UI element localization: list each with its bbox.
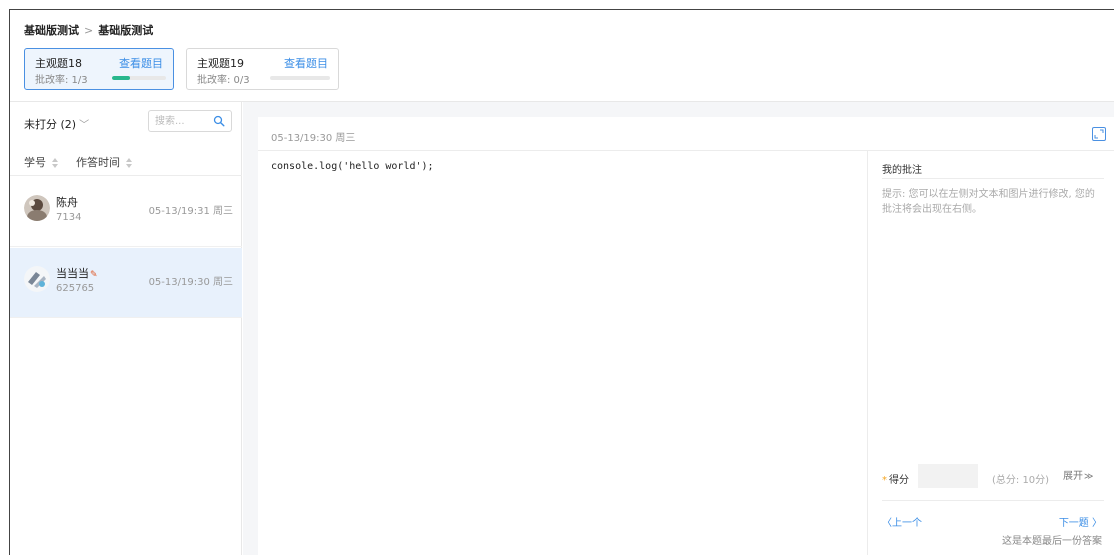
- progress-bar: [270, 76, 330, 80]
- answer-header: 05-13/19:30 周三: [258, 117, 1114, 151]
- previous-button[interactable]: 〈上一个: [882, 514, 922, 529]
- filter-dropdown[interactable]: 未打分 (2) ﹀: [24, 116, 89, 132]
- sort-label: 作答时间: [76, 156, 120, 169]
- student-row[interactable]: 陈舟 7134 05-13/19:31 周三: [10, 177, 242, 247]
- required-mark: *: [882, 475, 887, 486]
- sort-label: 学号: [24, 156, 46, 169]
- breadcrumb-item[interactable]: 基础版测试: [24, 24, 79, 37]
- student-name-text: 当当当: [56, 267, 89, 280]
- answer-card: 05-13/19:30 周三 console.log('hello world'…: [258, 117, 1114, 555]
- previous-label: 上一个: [892, 518, 922, 529]
- header: 基础版测试 > 基础版测试 主观题18 查看题目 批改率: 1/3 主观题19 查看…: [10, 10, 1114, 102]
- last-answer-note: 这是本题最后一份答案: [1002, 536, 1102, 547]
- fullscreen-icon[interactable]: [1092, 127, 1106, 141]
- student-id: 625765: [56, 283, 95, 294]
- chevron-left-icon: 〈: [882, 518, 892, 529]
- progress-fill: [112, 76, 130, 80]
- answer-content-area[interactable]: console.log('hello world');: [258, 151, 868, 555]
- double-chevron-down-icon: ≫: [1084, 472, 1094, 482]
- annotation-title: 我的批注: [882, 165, 922, 176]
- view-question-button[interactable]: 查看题目: [284, 55, 328, 71]
- question-card-19[interactable]: 主观题19 查看题目 批改率: 0/3: [186, 48, 339, 90]
- avatar: [24, 266, 50, 292]
- student-id: 7134: [56, 212, 82, 223]
- main-area: 05-13/19:30 周三 console.log('hello world'…: [243, 102, 1114, 555]
- next-question-button[interactable]: 下一题 〉: [1059, 514, 1102, 529]
- grading-rate: 批改率: 0/3: [197, 75, 250, 86]
- search-input[interactable]: [149, 111, 211, 131]
- score-total: (总分: 10分): [992, 475, 1050, 486]
- chevron-down-icon: ﹀: [79, 120, 90, 131]
- next-label: 下一题: [1058, 518, 1089, 529]
- sort-icon: [126, 158, 132, 168]
- filter-label: 未打分 (2): [24, 118, 77, 131]
- score-input[interactable]: [918, 464, 978, 488]
- sort-header: 学号 作答时间: [10, 142, 242, 176]
- expand-label: 展开: [1063, 471, 1083, 482]
- avatar: [24, 195, 50, 221]
- annotation-pen-icon: ✎: [90, 270, 98, 280]
- sort-by-time[interactable]: 作答时间: [76, 154, 132, 170]
- sort-icon: [52, 158, 58, 168]
- student-row-selected[interactable]: 当当当✎ 625765 05-13/19:30 周三: [10, 248, 242, 318]
- question-card-18[interactable]: 主观题18 查看题目 批改率: 1/3: [24, 48, 174, 90]
- sort-by-id[interactable]: 学号: [24, 154, 58, 170]
- divider: [882, 500, 1104, 501]
- student-name: 陈舟: [56, 196, 78, 209]
- progress-bar: [112, 76, 166, 80]
- score-label: * 得分: [882, 471, 909, 486]
- search-icon[interactable]: [213, 115, 225, 127]
- submit-time: 05-13/19:31 周三: [148, 206, 233, 217]
- annotation-panel: 我的批注 提示: 您可以在左侧对文本和图片进行修改, 您的批注将会出现在右侧。 …: [868, 151, 1114, 555]
- divider: [882, 178, 1104, 179]
- question-title: 主观题18: [35, 57, 82, 70]
- search-box: [148, 110, 232, 132]
- view-question-button[interactable]: 查看题目: [119, 55, 163, 71]
- grading-rate: 批改率: 1/3: [35, 75, 88, 86]
- app-frame: 基础版测试 > 基础版测试 主观题18 查看题目 批改率: 1/3 主观题19 查看…: [9, 9, 1114, 555]
- submit-time: 05-13/19:30 周三: [148, 277, 233, 288]
- chevron-right-icon: 〉: [1088, 518, 1102, 529]
- answer-time: 05-13/19:30 周三: [271, 133, 356, 144]
- question-title: 主观题19: [197, 57, 244, 70]
- breadcrumb-current: 基础版测试: [98, 24, 154, 37]
- expand-button[interactable]: 展开≫: [1063, 467, 1093, 482]
- breadcrumb-separator: >: [84, 24, 94, 37]
- score-label-text: 得分: [889, 475, 909, 486]
- student-name: 当当当✎: [56, 265, 98, 281]
- breadcrumb: 基础版测试 > 基础版测试: [24, 22, 153, 38]
- score-row: * 得分 (总分: 10分) 展开≫: [882, 463, 1110, 489]
- answer-code: console.log('hello world');: [271, 161, 434, 172]
- annotation-hint: 提示: 您可以在左侧对文本和图片进行修改, 您的批注将会出现在右侧。: [882, 189, 1095, 215]
- student-list-panel: 未打分 (2)﹀ 学号 作答时间 陈舟 7134: [10, 102, 242, 555]
